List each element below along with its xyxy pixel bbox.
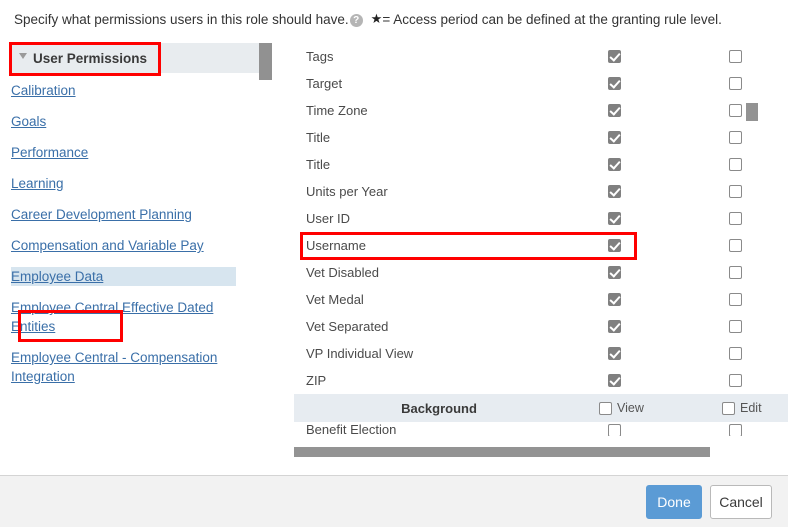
view-checkbox[interactable] (608, 131, 621, 144)
table-row[interactable]: VP Individual View (294, 340, 788, 367)
edit-checkbox[interactable] (729, 424, 742, 436)
sidebar-item-employee-data[interactable]: Employee Data (11, 267, 236, 286)
sidebar-item-label[interactable]: Learning (11, 176, 64, 191)
edit-checkbox[interactable] (729, 347, 742, 360)
edit-checkbox[interactable] (729, 266, 742, 279)
table-row-username[interactable]: Username (294, 232, 788, 259)
help-circle-icon[interactable]: ? (350, 14, 363, 27)
sidebar-item-compensation-and-variable-pay[interactable]: Compensation and Variable Pay (11, 236, 273, 255)
permissions-panel: Tags Target Time Zone Title Title Units … (294, 43, 788, 463)
view-checkbox[interactable] (608, 212, 621, 225)
sidebar-item-label[interactable]: Performance (11, 145, 88, 160)
permission-label: Target (306, 76, 342, 91)
dialog-footer: Done Cancel (0, 475, 788, 527)
sidebar-item-label[interactable]: Compensation and Variable Pay (11, 238, 204, 253)
sidebar-panel: User Permissions Calibration Goals Perfo… (11, 43, 273, 463)
permission-label: Title (306, 157, 330, 172)
sidebar-section-header-user-permissions[interactable]: User Permissions (11, 43, 259, 73)
edit-checkbox[interactable] (729, 77, 742, 90)
permission-label: Tags (306, 49, 333, 64)
cancel-button[interactable]: Cancel (710, 485, 772, 519)
table-row[interactable]: Title (294, 151, 788, 178)
edit-checkbox[interactable] (729, 50, 742, 63)
group-edit-control[interactable]: Edit (722, 401, 762, 415)
sidebar-item-employee-central-effective-dated-entities[interactable]: Employee Central Effective Dated Entitie… (11, 298, 229, 336)
edit-checkbox[interactable] (729, 320, 742, 333)
table-row[interactable]: Vet Disabled (294, 259, 788, 286)
permission-label: Units per Year (306, 184, 388, 199)
view-checkbox[interactable] (608, 266, 621, 279)
table-row[interactable]: Time Zone (294, 97, 788, 124)
table-row[interactable]: Title (294, 124, 788, 151)
sidebar-item-performance[interactable]: Performance (11, 143, 273, 162)
view-checkbox[interactable] (608, 104, 621, 117)
sidebar-scroll-thumb[interactable] (259, 43, 272, 80)
group-view-checkbox[interactable] (599, 402, 612, 415)
permission-group-header-background: Background View Edit (294, 394, 788, 422)
permission-label: VP Individual View (306, 346, 413, 361)
view-checkbox[interactable] (608, 374, 621, 387)
permission-label: User ID (306, 211, 350, 226)
table-row[interactable]: User ID (294, 205, 788, 232)
permission-label: Vet Medal (306, 292, 364, 307)
permission-label: Vet Disabled (306, 265, 379, 280)
view-checkbox[interactable] (608, 320, 621, 333)
caret-down-icon[interactable] (19, 53, 27, 59)
edit-checkbox[interactable] (729, 293, 742, 306)
star-icon: ★ (371, 11, 383, 27)
done-button[interactable]: Done (646, 485, 702, 519)
view-checkbox[interactable] (608, 158, 621, 171)
edit-checkbox[interactable] (729, 374, 742, 387)
sidebar-item-goals[interactable]: Goals (11, 112, 273, 131)
edit-checkbox[interactable] (729, 104, 742, 117)
table-row[interactable]: ZIP (294, 367, 788, 394)
table-row[interactable]: Vet Medal (294, 286, 788, 313)
permission-label: Title (306, 130, 330, 145)
group-edit-checkbox[interactable] (722, 402, 735, 415)
sidebar-item-calibration[interactable]: Calibration (11, 81, 273, 100)
legend-text: = Access period can be defined at the gr… (382, 12, 722, 27)
group-edit-label: Edit (740, 401, 762, 415)
edit-checkbox[interactable] (729, 212, 742, 225)
panel-scroll-thumb[interactable] (746, 103, 758, 121)
edit-checkbox[interactable] (729, 131, 742, 144)
sidebar-item-label[interactable]: Employee Central Effective Dated Entitie… (11, 300, 213, 334)
sidebar-section-title: User Permissions (33, 51, 147, 66)
sidebar-nav-list: Calibration Goals Performance Learning C… (11, 81, 273, 386)
instruction-text: Specify what permissions users in this r… (14, 12, 349, 27)
permission-label: Vet Separated (306, 319, 388, 334)
panel-hscroll-thumb[interactable] (294, 447, 710, 457)
sidebar-item-label[interactable]: Employee Data (11, 269, 103, 284)
table-row-partial[interactable]: Benefit Election (294, 422, 788, 436)
instruction-bar: Specify what permissions users in this r… (0, 0, 788, 38)
group-view-label: View (617, 401, 644, 415)
view-checkbox[interactable] (608, 185, 621, 198)
sidebar-item-learning[interactable]: Learning (11, 174, 273, 193)
sidebar-item-employee-central-compensation-integration[interactable]: Employee Central - Compensation Integrat… (11, 348, 229, 386)
table-row[interactable]: Target (294, 70, 788, 97)
permission-label: Benefit Election (306, 422, 396, 436)
edit-checkbox[interactable] (729, 158, 742, 171)
edit-checkbox[interactable] (729, 239, 742, 252)
table-row[interactable]: Tags (294, 43, 788, 70)
sidebar-item-label[interactable]: Goals (11, 114, 46, 129)
sidebar-item-label[interactable]: Calibration (11, 83, 76, 98)
view-checkbox[interactable] (608, 424, 621, 436)
permission-group-title: Background (294, 401, 584, 416)
sidebar-item-career-development-planning[interactable]: Career Development Planning (11, 205, 273, 224)
table-row[interactable]: Units per Year (294, 178, 788, 205)
table-row[interactable]: Vet Separated (294, 313, 788, 340)
group-view-control[interactable]: View (599, 401, 644, 415)
view-checkbox[interactable] (608, 239, 621, 252)
sidebar-item-label[interactable]: Career Development Planning (11, 207, 192, 222)
edit-checkbox[interactable] (729, 185, 742, 198)
permission-label: ZIP (306, 373, 326, 388)
sidebar-item-label[interactable]: Employee Central - Compensation Integrat… (11, 350, 217, 384)
view-checkbox[interactable] (608, 77, 621, 90)
permission-label: Time Zone (306, 103, 368, 118)
view-checkbox[interactable] (608, 50, 621, 63)
view-checkbox[interactable] (608, 293, 621, 306)
permission-label: Username (306, 238, 366, 253)
view-checkbox[interactable] (608, 347, 621, 360)
